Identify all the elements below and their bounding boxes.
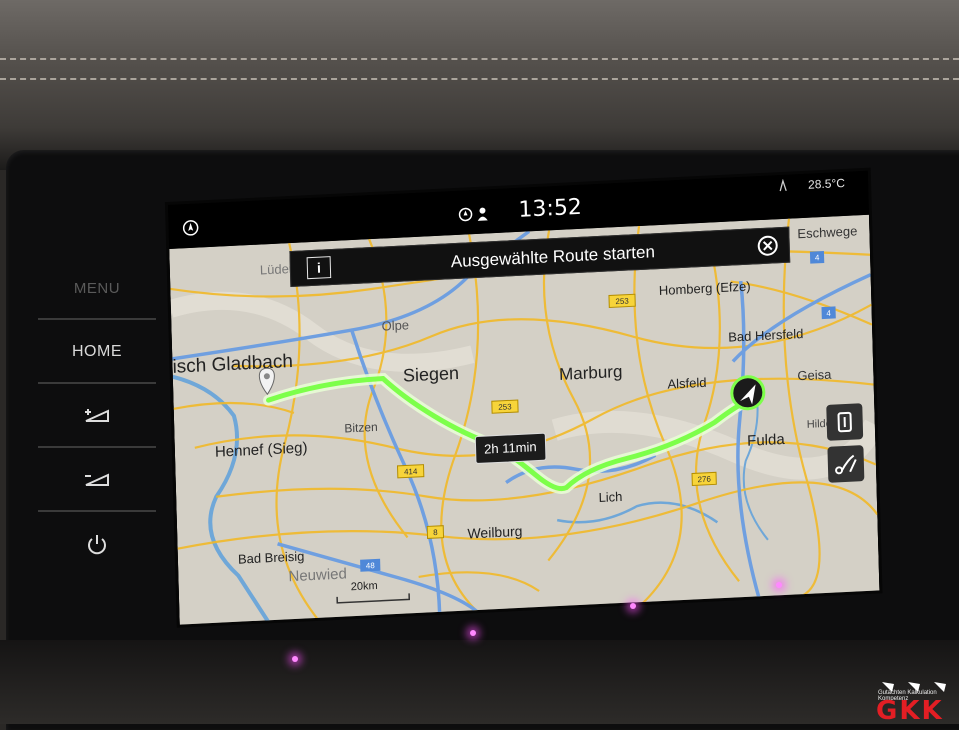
- brightness-up-icon: [85, 409, 109, 422]
- watermark-logo: GKK: [876, 696, 944, 726]
- close-icon[interactable]: [756, 234, 779, 257]
- touch-sensor-light: [776, 582, 782, 588]
- city-label: Bitzen: [344, 420, 378, 436]
- clock-time: 13:52: [518, 194, 583, 223]
- touch-sensor-light: [630, 603, 636, 609]
- city-label: Geisa: [797, 367, 832, 384]
- city-label: Siegen: [403, 363, 460, 386]
- route-duration-label: 2h 11min: [474, 432, 547, 465]
- leather-stitching: [0, 58, 959, 60]
- leather-stitching-lower: [0, 78, 959, 80]
- map-view-button[interactable]: [826, 403, 864, 441]
- route-options-button[interactable]: [827, 445, 865, 483]
- brightness-up-button[interactable]: [38, 386, 156, 448]
- city-label: Marburg: [559, 362, 623, 384]
- map-view-icon: [837, 411, 852, 433]
- home-button[interactable]: HOME: [38, 322, 156, 384]
- outside-temperature: 28.5°C: [808, 176, 845, 192]
- touch-sensor-light: [470, 630, 476, 636]
- banner-text: Ausgewählte Route starten: [450, 242, 656, 272]
- info-icon[interactable]: i: [306, 256, 332, 280]
- brightness-down-button[interactable]: [38, 450, 156, 512]
- phone-signal-icon: [779, 178, 787, 192]
- brightness-down-icon: [85, 473, 109, 486]
- road-badge: 253: [615, 297, 629, 307]
- infotainment-screen: 13:52 28.5°C 253 253 414 276 8 48 4 4 Ol…: [168, 170, 880, 625]
- road-badge: 4: [815, 253, 820, 262]
- dashboard-lower-trim: [0, 640, 959, 724]
- temperature-unit: °C: [831, 175, 846, 191]
- road-badge: 8: [433, 528, 438, 537]
- current-position-icon: [730, 375, 766, 411]
- road-badge: 253: [498, 402, 512, 412]
- traffic-person-icon: [458, 207, 488, 222]
- dashboard-leather-top: [0, 0, 959, 170]
- svg-text:20km: 20km: [351, 580, 378, 593]
- power-icon: [88, 535, 106, 555]
- compass-icon[interactable]: [182, 220, 199, 237]
- city-label: Alsfeld: [667, 375, 706, 392]
- power-button[interactable]: [38, 514, 156, 574]
- temperature-value: 28.5: [807, 176, 832, 192]
- road-badge: 4: [826, 309, 831, 318]
- city-label: Lich: [598, 489, 622, 505]
- city-label: Fulda: [747, 431, 786, 450]
- menu-button[interactable]: MENU: [38, 258, 156, 320]
- route-options-icon: [835, 454, 857, 475]
- road-badge: 276: [697, 475, 711, 485]
- road-badge: 48: [366, 561, 376, 570]
- hardware-button-panel: MENU HOME: [38, 258, 168, 588]
- touch-sensor-light: [292, 656, 298, 662]
- road-badge: 414: [404, 467, 418, 477]
- city-label: Olpe: [381, 317, 409, 333]
- city-label: Eschwege: [797, 223, 857, 241]
- city-label: Weilburg: [467, 523, 522, 542]
- city-label: Neuwied: [288, 565, 347, 585]
- navigation-map[interactable]: 253 253 414 276 8 48 4 4 Lüdenscheid Olp…: [169, 214, 880, 625]
